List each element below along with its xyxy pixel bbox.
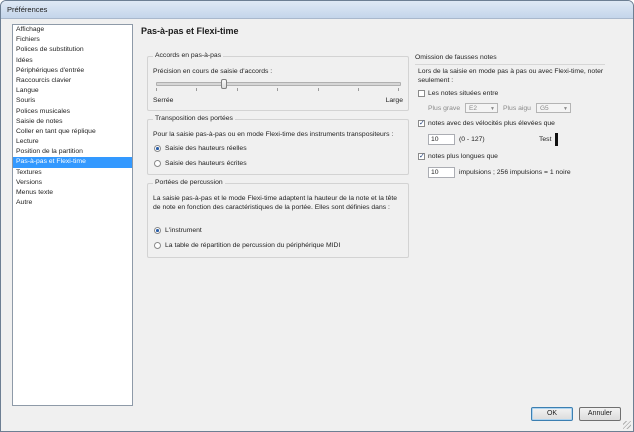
sidebar-item[interactable]: Pas-à-pas et Flexi-time [13, 157, 132, 168]
sidebar-item[interactable]: Affichage [13, 25, 132, 35]
sidebar-item[interactable]: Saisie de notes [13, 117, 132, 127]
percussion-description: La saisie pas-à-pas et le mode Flexi-tim… [153, 195, 398, 211]
slider-tick [156, 88, 157, 91]
slider-tick [318, 88, 319, 91]
written-pitch-label[interactable]: Saisie des hauteurs écrites [165, 160, 247, 167]
percussion-group: Portées de percussion La saisie pas-à-pa… [147, 179, 409, 258]
sidebar-item[interactable]: Position de la partition [13, 147, 132, 157]
transposition-description: Pour la saisie pas-à-pas ou en mode Flex… [153, 131, 394, 138]
sidebar-item[interactable]: Polices musicales [13, 107, 132, 117]
omission-group-legend: Omission de fausses notes [415, 54, 497, 61]
cancel-button[interactable]: Annuler [579, 407, 621, 421]
velocity-test-meter [555, 133, 558, 146]
preferences-window: Préférences Affichage Fichiers Polices de … [0, 0, 634, 432]
velocity-input[interactable]: 10 [428, 134, 455, 145]
midi-drum-map-radio[interactable] [154, 242, 161, 249]
sidebar-item[interactable]: Autre [13, 198, 132, 208]
highest-note-label: Plus aigu [503, 105, 531, 112]
duration-input[interactable]: 10 [428, 167, 455, 178]
real-pitch-label[interactable]: Saisie des hauteurs réelles [165, 145, 247, 152]
sidebar-item[interactable]: Langue [13, 86, 132, 96]
sidebar-item[interactable]: Menus texte [13, 188, 132, 198]
slider-tick [277, 88, 278, 91]
page-title: Pas-à-pas et Flexi-time [141, 26, 239, 36]
velocity-range: (0 - 127) [459, 136, 485, 143]
title-bar[interactable]: Préférences [1, 1, 633, 19]
sidebar-item[interactable]: Périphériques d'entrée [13, 66, 132, 76]
sidebar-item[interactable]: Polices de substitution [13, 45, 132, 55]
longer-notes-checkbox[interactable]: ✓ [418, 153, 425, 160]
sidebar-item[interactable]: Idées [13, 56, 132, 66]
category-list[interactable]: Affichage Fichiers Polices de substitution… [12, 24, 133, 406]
slider-tick [237, 88, 238, 91]
velocity-test-label: Test [539, 136, 552, 143]
sidebar-item[interactable]: Textures [13, 168, 132, 178]
slider-tick [358, 88, 359, 91]
chord-group-legend: Accords en pas-à-pas [153, 52, 224, 59]
slider-tick [196, 88, 197, 91]
lowest-note-select[interactable]: E2 ▼ [465, 103, 498, 113]
transposition-group-legend: Transposition des portées [153, 115, 235, 122]
velocity-checkbox[interactable]: ✓ [418, 120, 425, 127]
transposition-group: Transposition des portées Pour la saisie… [147, 115, 409, 175]
duration-unit-label: impulsions ; 256 impulsions = 1 noire [459, 169, 571, 176]
sidebar-item[interactable]: Raccourcis clavier [13, 76, 132, 86]
sidebar-item[interactable]: Lecture [13, 137, 132, 147]
instrument-radio[interactable] [154, 227, 161, 234]
sidebar-item[interactable]: Versions [13, 178, 132, 188]
chord-precision-slider-track[interactable] [156, 82, 401, 86]
velocity-label[interactable]: notes avec des vélocités plus élevées qu… [428, 120, 555, 127]
chord-precision-label: Précision en cours de saisie d'accords : [153, 68, 273, 75]
chord-precision-slider-thumb[interactable] [221, 79, 228, 89]
longer-notes-label[interactable]: notes plus longues que [428, 153, 498, 160]
slider-min-label: Serrée [153, 97, 174, 104]
sidebar-item[interactable]: Fichiers [13, 35, 132, 45]
instrument-label[interactable]: L'instrument [165, 227, 202, 234]
lowest-note-label: Plus grave [428, 105, 461, 112]
chevron-down-icon: ▼ [563, 106, 568, 112]
chevron-down-icon: ▼ [490, 106, 495, 112]
omission-description: Lors de la saisie en mode pas à pas ou a… [418, 68, 604, 84]
omission-divider [415, 64, 605, 65]
ok-button[interactable]: OK [531, 407, 573, 421]
written-pitch-radio[interactable] [154, 160, 161, 167]
window-title: Préférences [7, 5, 48, 14]
slider-max-label: Large [385, 97, 403, 104]
resize-grip-icon[interactable] [623, 421, 631, 429]
slider-tick [398, 88, 399, 91]
sidebar-item[interactable]: Souris [13, 96, 132, 106]
real-pitch-radio[interactable] [154, 145, 161, 152]
percussion-group-legend: Portées de percussion [153, 179, 225, 186]
highest-note-value: G5 [540, 105, 549, 112]
notes-between-checkbox[interactable] [418, 90, 425, 97]
omission-group: Omission de fausses notes Lors de la sai… [412, 54, 622, 186]
notes-between-label[interactable]: Les notes situées entre [428, 90, 498, 97]
highest-note-select[interactable]: G5 ▼ [536, 103, 571, 113]
chord-group: Accords en pas-à-pas Précision en cours … [147, 52, 409, 111]
lowest-note-value: E2 [469, 105, 477, 112]
sidebar-item[interactable]: Coller en tant que réplique [13, 127, 132, 137]
midi-drum-map-label[interactable]: La table de répartition de percussion du… [165, 242, 340, 249]
